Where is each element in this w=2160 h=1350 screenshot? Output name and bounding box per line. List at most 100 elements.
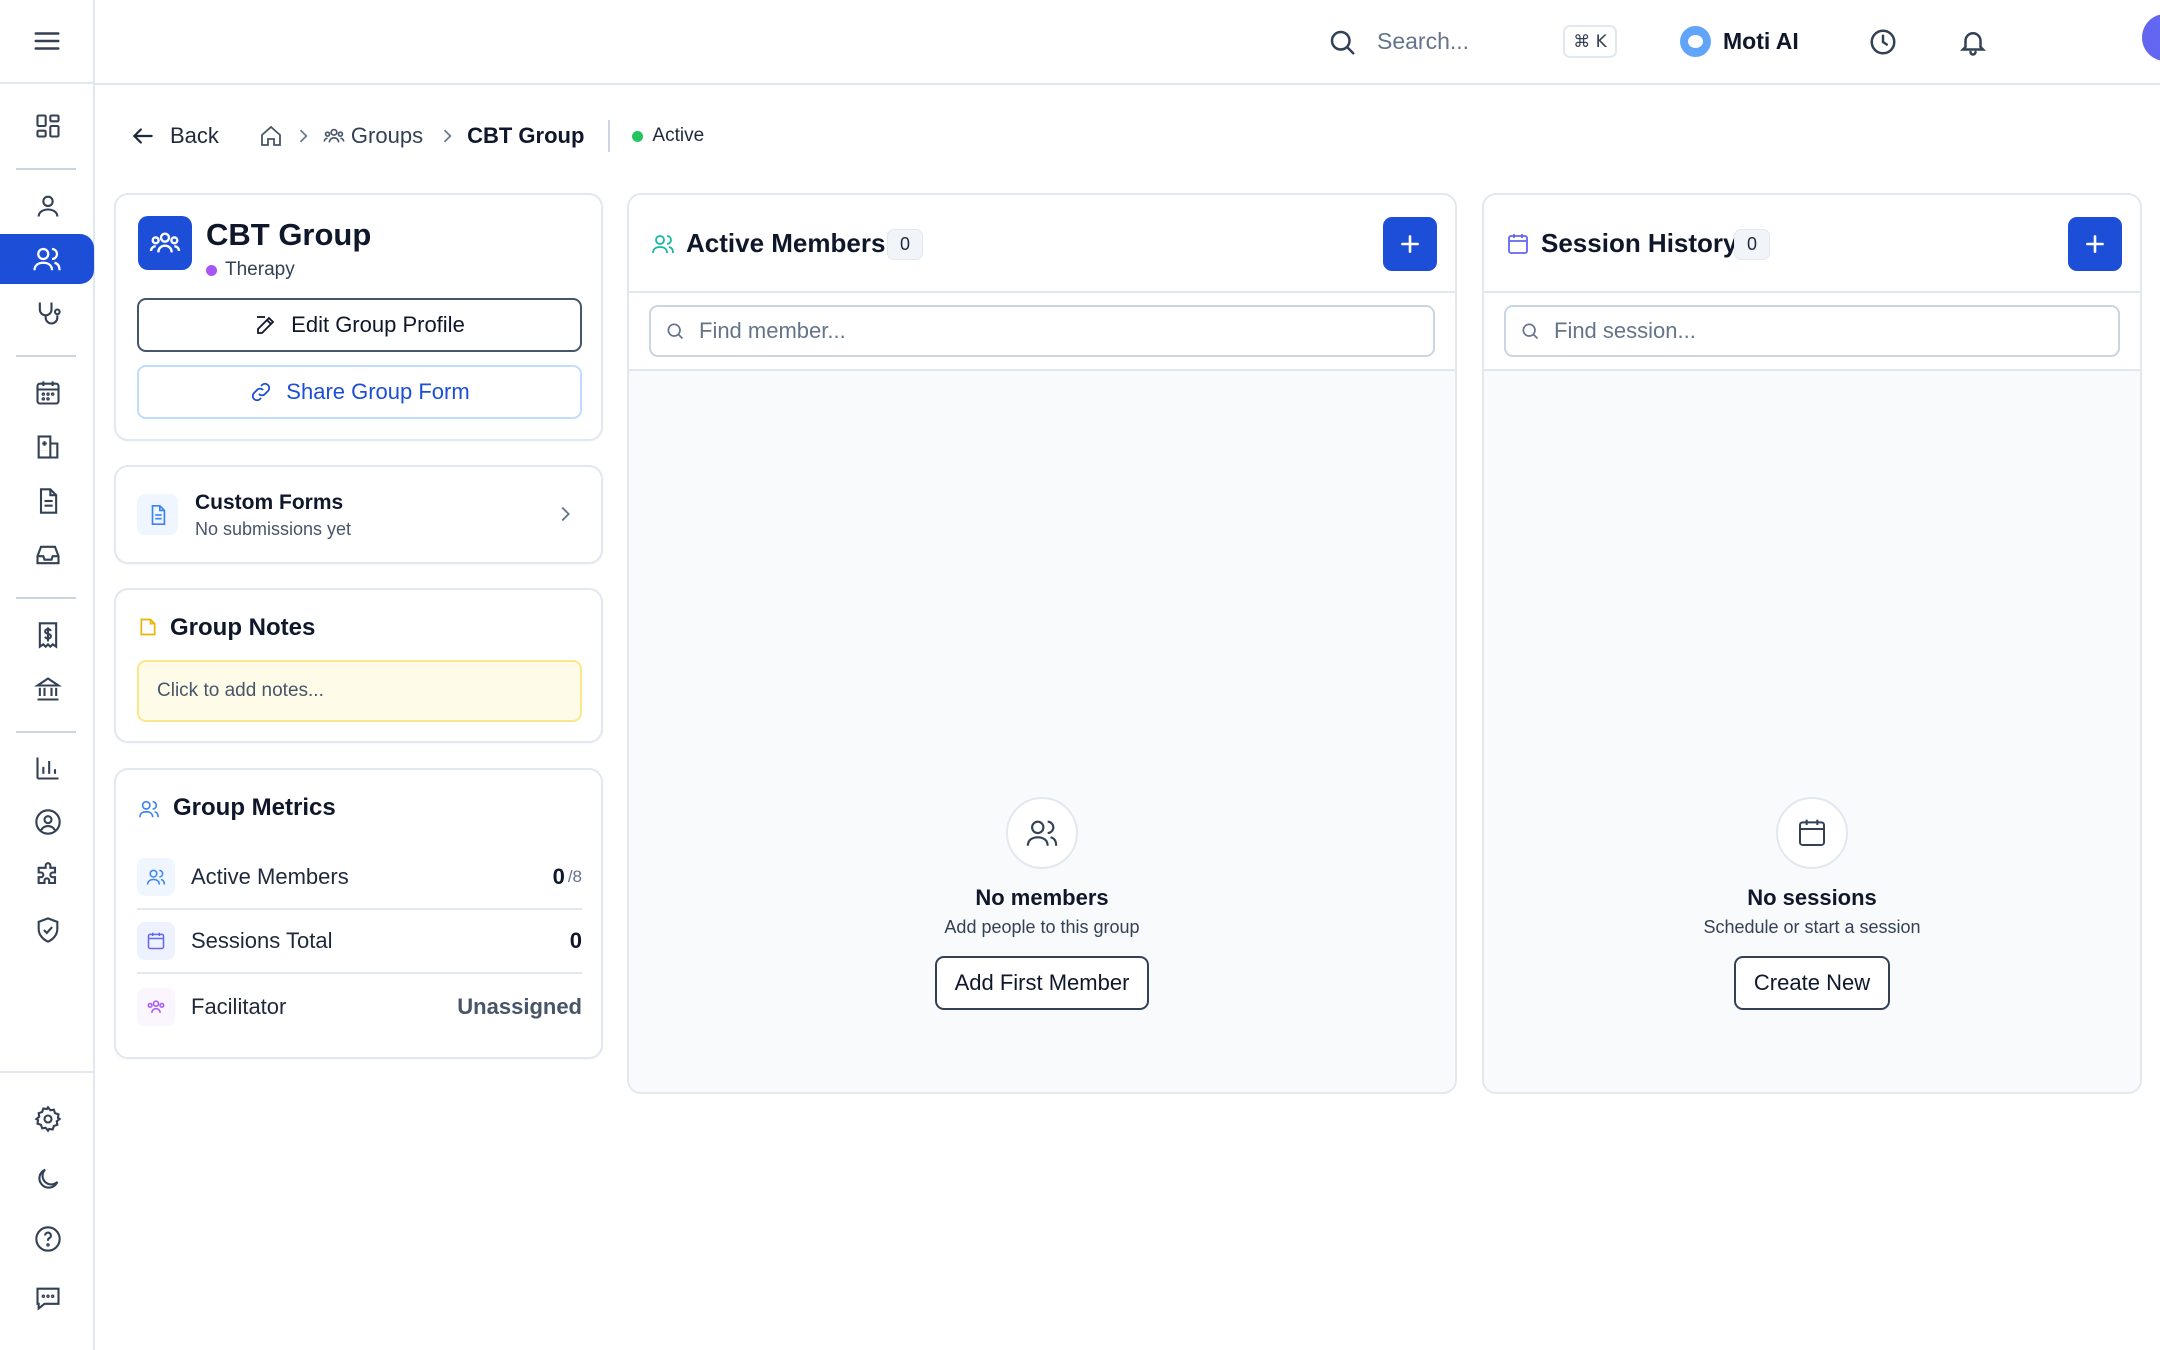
custom-forms-card[interactable]: Custom Forms No submissions yet	[114, 465, 603, 564]
sidebar-item-feedback[interactable]	[0, 1273, 95, 1323]
metric-max: /8	[567, 867, 582, 886]
moti-ai-label: Moti AI	[1723, 28, 1799, 54]
sidebar-item-account[interactable]	[0, 797, 95, 847]
top-header: Search... ⌘ K Moti AI A	[95, 0, 2160, 85]
add-session-button[interactable]	[2068, 217, 2122, 271]
users-icon	[137, 858, 175, 896]
sidebar-item-calendar[interactable]	[0, 368, 95, 418]
arrow-left-icon	[132, 128, 153, 144]
stethoscope-icon	[38, 302, 61, 325]
create-new-session-button[interactable]: Create New	[1733, 956, 1891, 1010]
building-icon	[37, 435, 58, 459]
metric-row-active-members: Active Members 0 /8	[137, 846, 582, 910]
sidebar-item-dashboard[interactable]	[0, 101, 95, 151]
group-notes-card: Group Notes Click to add notes...	[114, 588, 603, 743]
empty-title: No members	[975, 885, 1109, 910]
sidebar-item-security[interactable]	[0, 905, 95, 955]
group-icon	[323, 128, 345, 143]
empty-title: No sessions	[1747, 885, 1877, 910]
member-search-bar	[629, 293, 1455, 371]
sidebar-divider	[16, 168, 76, 170]
help-icon	[34, 1226, 61, 1252]
sidebar-item-clinical[interactable]	[0, 288, 95, 338]
add-first-member-button[interactable]: Add First Member	[934, 956, 1150, 1010]
group-name: CBT Group	[206, 217, 372, 252]
panel-title: Session History	[1541, 228, 1738, 258]
global-search-input[interactable]: Search...	[1377, 28, 1469, 55]
puzzle-icon	[37, 862, 56, 885]
group-icon	[137, 988, 175, 1026]
session-count-badge: 0	[1734, 229, 1770, 260]
moon-icon	[37, 1168, 58, 1189]
session-search-field[interactable]	[1504, 305, 2120, 357]
panel-header: Session History 0	[1484, 195, 2140, 293]
settings-icon	[34, 1105, 61, 1133]
back-label: Back	[170, 123, 219, 148]
home-icon[interactable]	[259, 124, 283, 148]
sidebar-item-reports[interactable]	[0, 743, 95, 793]
group-notes-field[interactable]: Click to add notes...	[137, 660, 582, 722]
metric-value: 0	[569, 928, 582, 953]
add-member-button[interactable]	[1383, 217, 1437, 271]
sidebar-item-help[interactable]	[0, 1214, 95, 1264]
avatar[interactable]: A	[2142, 14, 2160, 61]
sidebar-item-facilities[interactable]	[0, 422, 95, 472]
session-search-input[interactable]	[1554, 318, 2093, 344]
theme-toggle[interactable]	[0, 1154, 95, 1204]
moti-ai-logo-icon	[1680, 26, 1711, 57]
sessions-empty-state: No sessions Schedule or start a session …	[1484, 797, 2140, 1010]
member-count-badge: 0	[887, 229, 923, 260]
edit-group-profile-label: Edit Group Profile	[291, 312, 465, 337]
breadcrumb-divider	[608, 120, 611, 152]
edit-group-profile-button[interactable]: Edit Group Profile	[137, 298, 582, 352]
edit-icon	[257, 316, 275, 334]
plus-icon	[1401, 235, 1419, 253]
sidebar-item-groups[interactable]	[0, 234, 94, 284]
link-icon	[252, 382, 271, 402]
search-shortcut-badge: ⌘ K	[1563, 25, 1617, 58]
users-icon	[33, 247, 61, 271]
shield-icon	[37, 917, 58, 943]
sidebar	[0, 0, 95, 1350]
sidebar-item-inbox[interactable]	[0, 530, 95, 580]
inbox-icon	[35, 545, 60, 565]
moti-ai-button[interactable]: Moti AI	[1680, 26, 1799, 57]
document-icon	[137, 494, 178, 535]
note-icon	[140, 618, 156, 636]
sidebar-toggle[interactable]	[0, 0, 93, 84]
users-icon	[652, 235, 674, 254]
share-group-form-button[interactable]: Share Group Form	[137, 365, 582, 419]
sidebar-item-settings[interactable]	[0, 1094, 95, 1144]
bell-icon[interactable]	[1958, 27, 1988, 57]
custom-forms-title: Custom Forms	[195, 491, 344, 514]
status-badge: Active	[632, 125, 704, 147]
panel-body: No sessions Schedule or start a session …	[1484, 371, 2140, 1092]
search-icon[interactable]	[1327, 27, 1357, 57]
calendar-icon	[137, 922, 175, 960]
menu-icon	[34, 32, 59, 50]
group-notes-title: Group Notes	[170, 614, 316, 641]
active-members-panel: Active Members 0 No members Add people t…	[627, 193, 1457, 1094]
breadcrumb: Back Groups CBT Group Active	[130, 120, 704, 152]
group-metrics-title: Group Metrics	[173, 794, 336, 821]
history-icon[interactable]	[1868, 27, 1898, 57]
sidebar-item-documents[interactable]	[0, 476, 95, 526]
type-dot	[206, 264, 217, 276]
group-type: Therapy	[206, 259, 295, 281]
sidebar-divider	[0, 1071, 95, 1073]
member-search-input[interactable]	[699, 318, 1391, 344]
empty-subtitle: Schedule or start a session	[1703, 917, 1921, 937]
status-dot	[632, 130, 644, 142]
sidebar-item-integrations[interactable]	[0, 851, 95, 901]
sidebar-item-billing[interactable]	[0, 610, 95, 660]
sidebar-item-payments[interactable]	[0, 664, 95, 714]
status-label: Active	[652, 125, 705, 146]
metric-value: 0	[552, 864, 565, 889]
back-button[interactable]: Back	[130, 123, 219, 149]
sidebar-item-clients[interactable]	[0, 181, 95, 231]
sidebar-divider	[16, 731, 76, 733]
group-metrics-card: Group Metrics Active Members 0 /8 Sessio…	[114, 768, 603, 1059]
member-search-field[interactable]	[649, 305, 1435, 357]
chevron-right-icon	[299, 129, 308, 143]
breadcrumb-groups[interactable]: Groups	[351, 123, 423, 149]
